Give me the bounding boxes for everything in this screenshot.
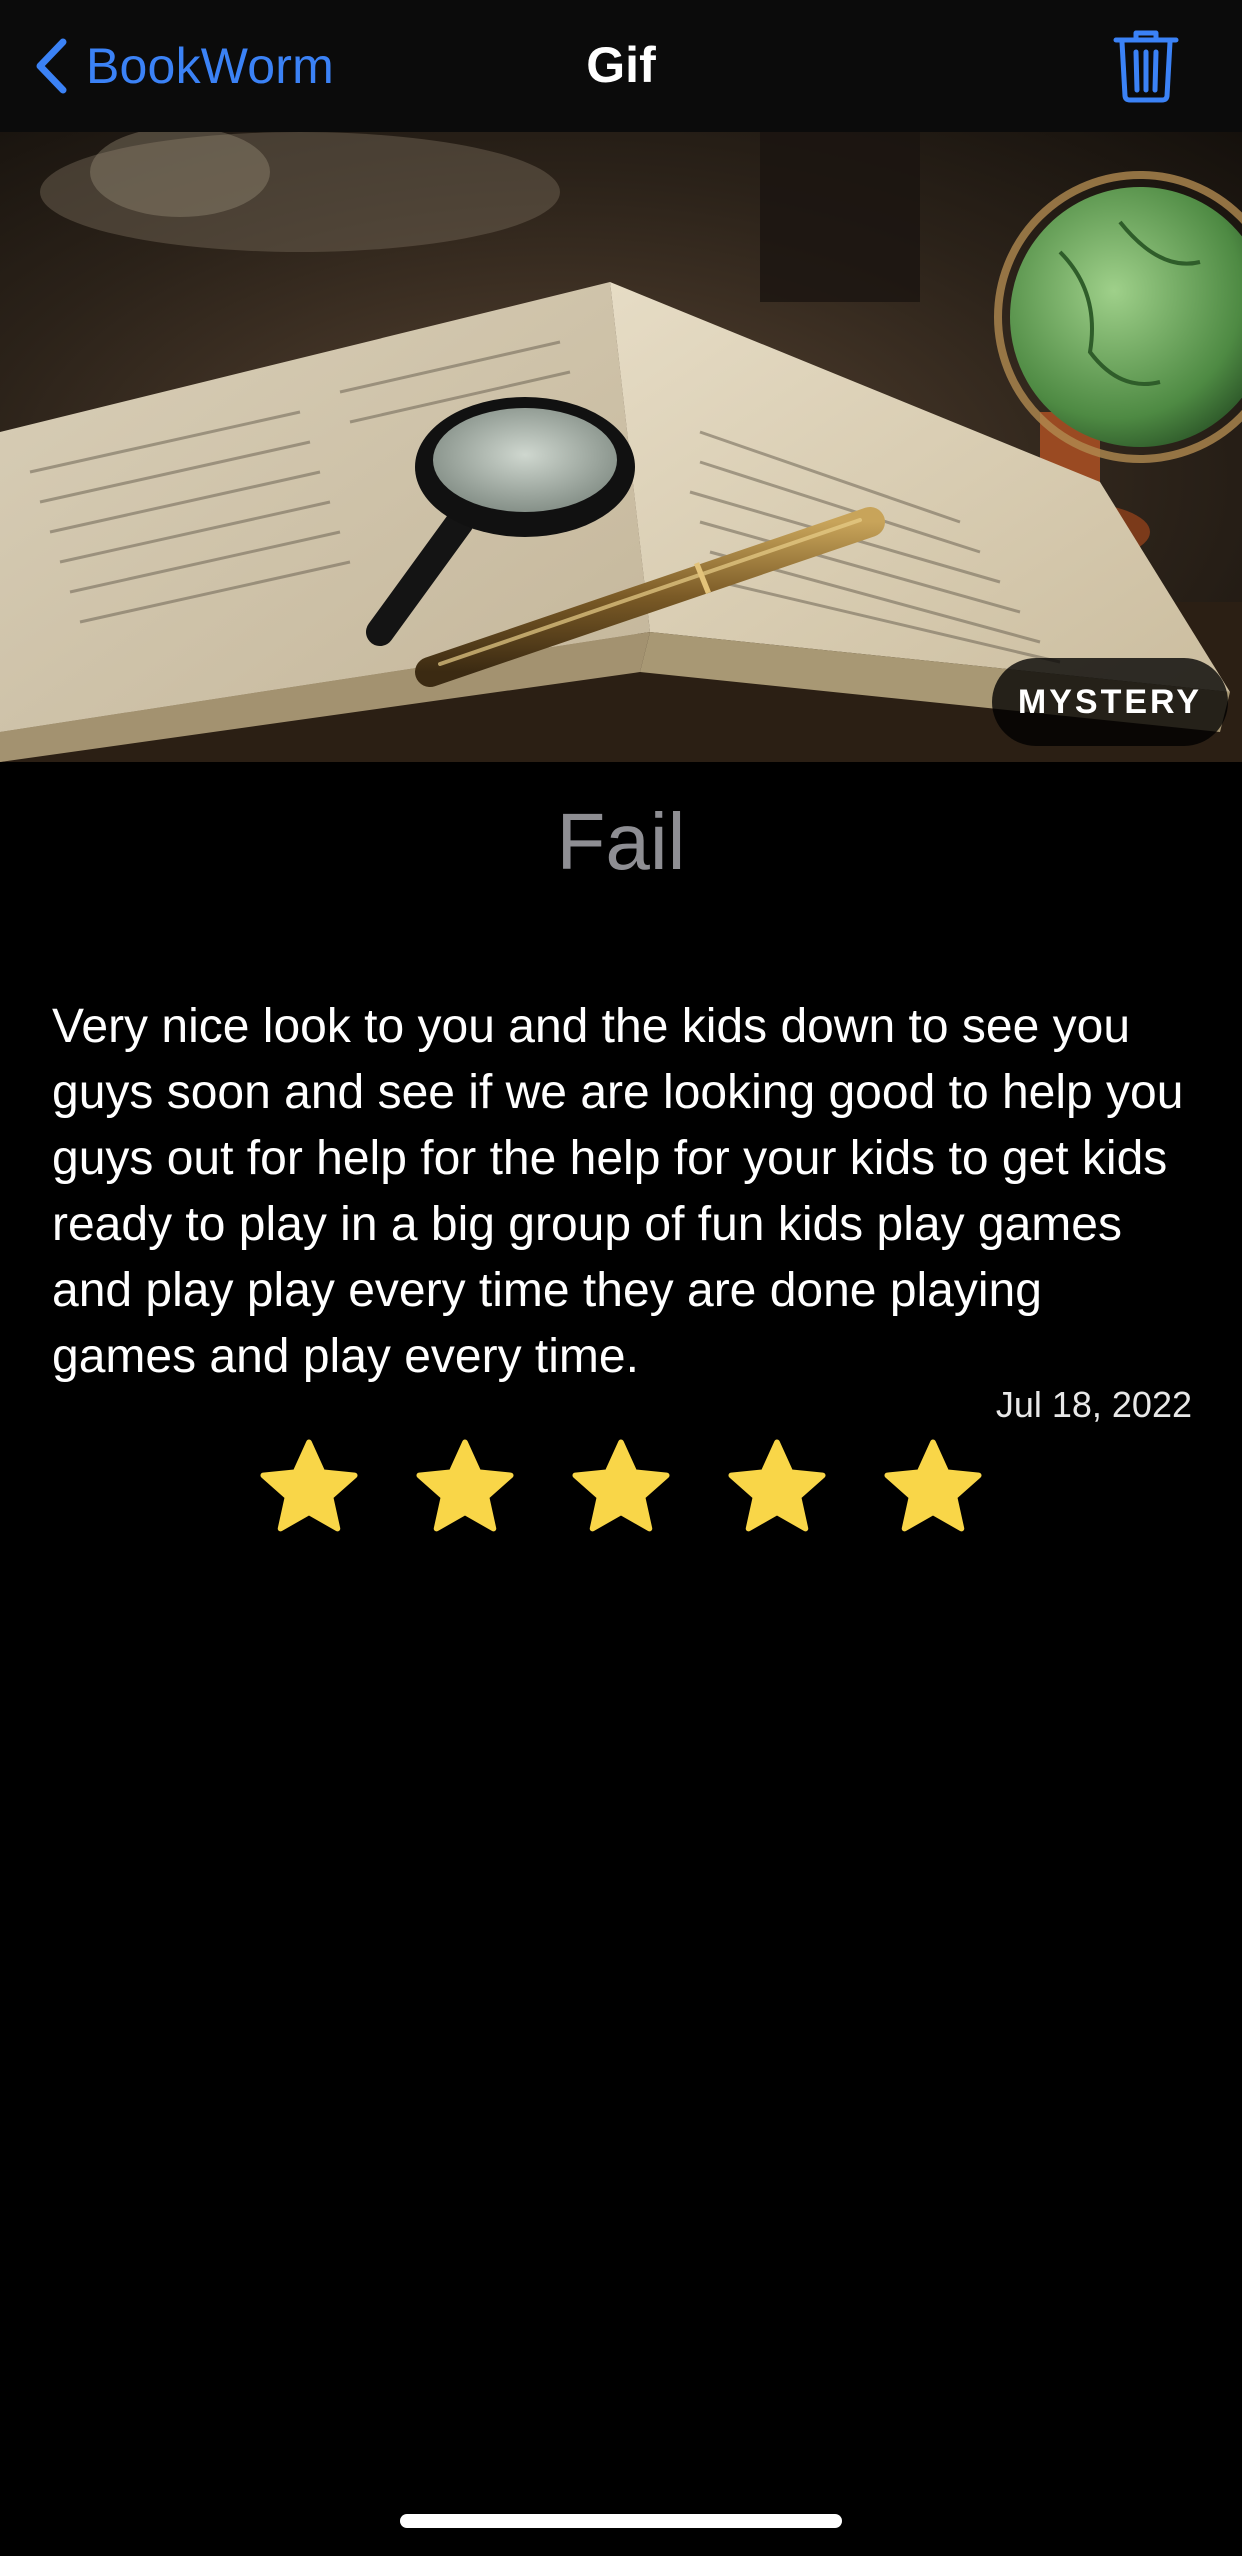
- review-text: Very nice look to you and the kids down …: [52, 1000, 1184, 1383]
- genre-badge: MYSTERY: [991, 658, 1228, 746]
- back-button-label: BookWorm: [86, 38, 334, 94]
- star-icon: [416, 1439, 514, 1532]
- star-rating: [0, 1432, 1242, 1544]
- delete-button[interactable]: [1112, 28, 1180, 104]
- review-title: Fail: [556, 797, 686, 886]
- review-date: Jul 18, 2022: [995, 1384, 1192, 1425]
- trash-icon: [1112, 30, 1180, 108]
- star-icon: [728, 1439, 826, 1532]
- star-icon: [884, 1439, 982, 1532]
- chevron-left-icon: [34, 37, 68, 95]
- star-icon: [260, 1439, 358, 1532]
- navigation-bar: BookWorm Gif: [0, 0, 1242, 132]
- book-cover-image: MYSTERY: [0, 132, 1242, 762]
- back-button[interactable]: BookWorm: [34, 30, 334, 102]
- home-indicator: [400, 2514, 842, 2528]
- star-icon: [572, 1439, 670, 1532]
